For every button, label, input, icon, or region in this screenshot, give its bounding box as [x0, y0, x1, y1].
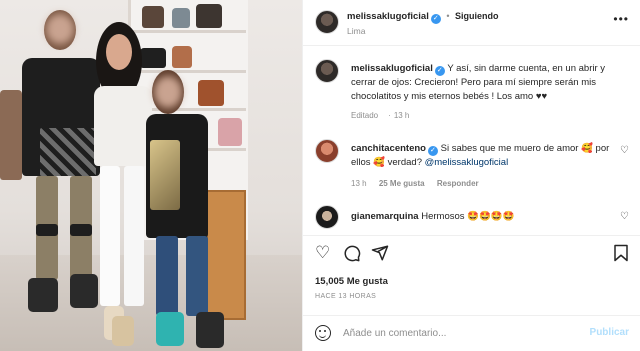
instagram-post: melissaklugoficial ✓ • Siguiendo Lima •••…	[0, 0, 640, 351]
post-photo[interactable]	[0, 0, 302, 351]
verified-icon: ✓	[434, 66, 445, 76]
comment-avatar[interactable]	[315, 205, 339, 229]
comment-username[interactable]: canchitacenteno	[351, 143, 426, 154]
author-username[interactable]: melissaklugoficial	[347, 11, 429, 22]
caption-avatar[interactable]	[315, 59, 339, 83]
post-timestamp[interactable]: HACE 13 HORAS	[315, 293, 376, 300]
author-avatar[interactable]	[315, 10, 339, 34]
shelf	[130, 70, 246, 73]
comment-username[interactable]: gianemarquina	[351, 211, 419, 222]
comment-meta: 13 h 25 Me gusta Responder	[351, 179, 489, 188]
handbag	[198, 80, 224, 106]
caption-username[interactable]: melissaklugoficial	[351, 63, 433, 74]
comment-like-heart-icon[interactable]: ♡	[620, 145, 629, 156]
more-options-icon[interactable]: •••	[613, 12, 629, 26]
caption-time[interactable]: 13 h	[394, 111, 410, 120]
post-actions: ♡ 15,005 Me gusta HACE 13 HORAS	[303, 235, 640, 315]
post-details-panel: melissaklugoficial ✓ • Siguiendo Lima •••…	[302, 0, 640, 351]
comment-item: canchitacenteno ✓ Si sabes que me muero d…	[315, 139, 631, 195]
share-icon[interactable]	[371, 244, 389, 266]
edited-label: Editado	[351, 111, 379, 120]
post-header: melissaklugoficial ✓ • Siguiendo Lima •••	[303, 0, 640, 46]
comment-mention[interactable]: @melissaklugoficial	[425, 157, 509, 168]
teddy-bear	[0, 90, 22, 180]
comment-avatar[interactable]	[315, 139, 339, 163]
handbag	[172, 46, 192, 68]
following-button[interactable]: Siguiendo	[455, 11, 499, 21]
handbag	[142, 6, 164, 28]
likes-count[interactable]: 15,005 Me gusta	[315, 276, 388, 287]
bookmark-icon[interactable]	[613, 244, 629, 266]
publish-button[interactable]: Publicar	[590, 327, 629, 338]
handbag	[218, 118, 242, 146]
emoji-icon[interactable]	[315, 325, 331, 341]
heart-icon[interactable]: ♡	[315, 244, 330, 262]
comment-likes[interactable]: 25 Me gusta	[379, 179, 425, 188]
comment-text: Hermosos 🤩🤩🤩🤩	[421, 211, 515, 222]
comment-text-block: gianemarquina Hermosos 🤩🤩🤩🤩	[351, 210, 613, 224]
handbag	[172, 8, 190, 28]
reply-button[interactable]: Responder	[437, 179, 479, 188]
comment-item: gianemarquina Hermosos 🤩🤩🤩🤩 ♡	[315, 205, 631, 231]
comment-like-heart-icon[interactable]: ♡	[620, 211, 629, 222]
add-comment-bar: Publicar	[303, 315, 640, 351]
caption: melissaklugoficial ✓ Y así, sin darme cue…	[315, 59, 631, 129]
post-location[interactable]: Lima	[347, 26, 365, 36]
comments-section: melissaklugoficial ✓ Y así, sin darme cue…	[303, 47, 640, 235]
separator-dot: •	[446, 11, 450, 21]
handbag	[196, 4, 222, 28]
comment-time[interactable]: 13 h	[351, 179, 367, 188]
comment-input[interactable]	[343, 324, 573, 342]
comment-icon[interactable]	[343, 244, 361, 266]
handbag	[140, 48, 166, 68]
shelf	[130, 30, 246, 33]
comment-text-block: canchitacenteno ✓ Si sabes que me muero d…	[351, 142, 613, 170]
caption-meta: Editado · 13 h	[351, 111, 410, 120]
shoe-boxes	[206, 190, 246, 320]
verified-icon: ✓	[427, 146, 438, 156]
caption-text-block: melissaklugoficial ✓ Y así, sin darme cue…	[351, 62, 613, 104]
verified-icon: ✓	[430, 14, 441, 24]
